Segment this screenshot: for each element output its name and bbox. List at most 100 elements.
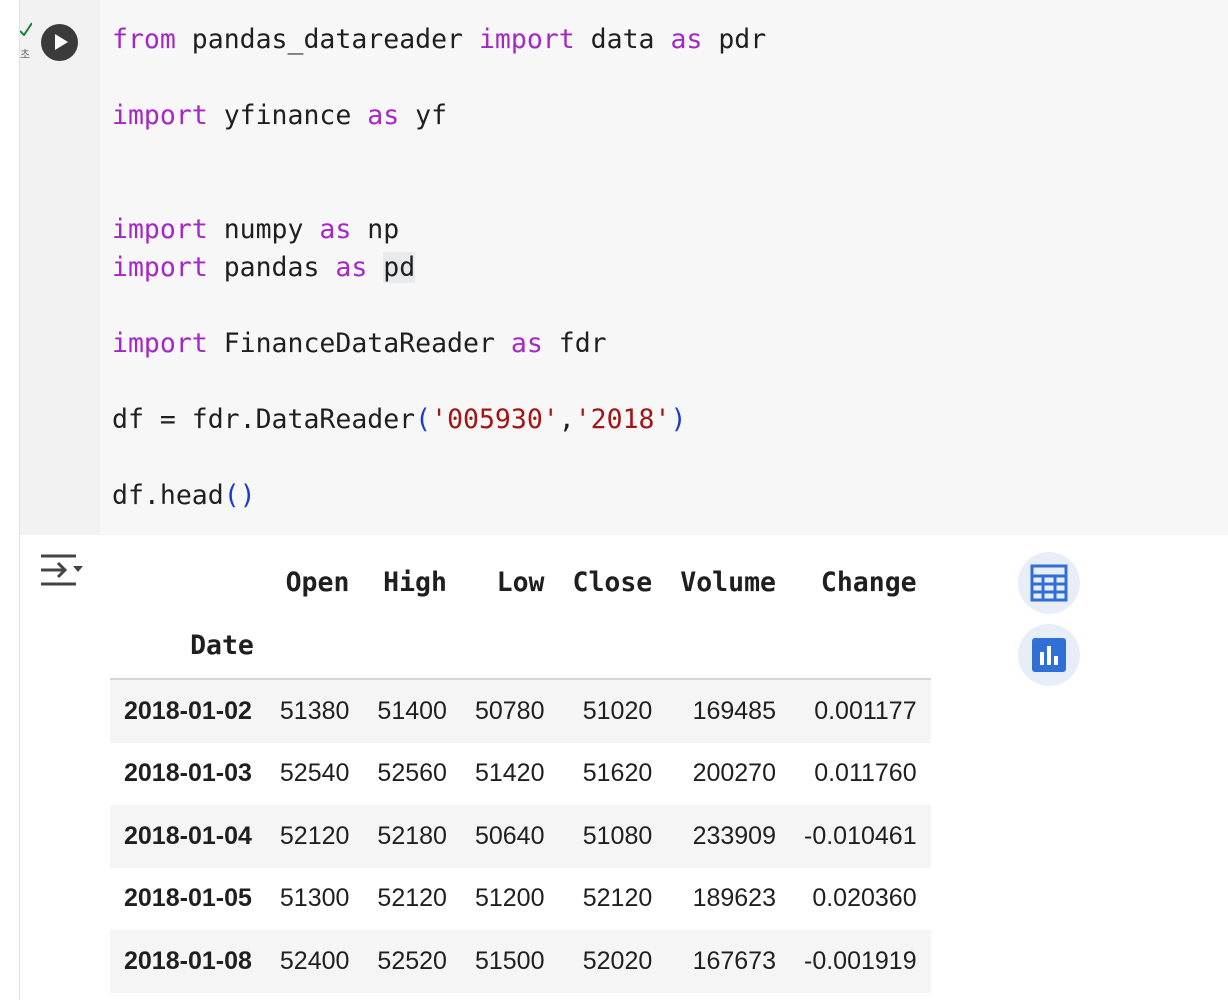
table-cell: 189623 xyxy=(692,884,776,913)
code-token: FinanceDataReader xyxy=(207,328,511,359)
table-cell: 51400 xyxy=(377,696,447,725)
table-cell: -0.010461 xyxy=(804,821,917,850)
table-cell: -0.001919 xyxy=(804,946,917,975)
bar-chart-icon xyxy=(1032,638,1066,672)
code-line: import yfinance as yf xyxy=(112,100,447,131)
code-token: as xyxy=(510,328,543,359)
code-token: import xyxy=(112,100,208,131)
table-row: 2018-01-05 51300 52120 51200 52120 189623 0.02… xyxy=(110,868,931,931)
table-cell: 52560 xyxy=(377,759,447,788)
code-token: import xyxy=(112,328,208,359)
code-token: fdr xyxy=(542,328,607,359)
code-token: import xyxy=(478,24,575,55)
table-cell: 51500 xyxy=(474,946,545,975)
code-token: yfinance xyxy=(207,100,368,131)
table-cell: 51080 xyxy=(582,821,653,850)
column-header: Volume xyxy=(680,566,776,598)
code-token: data xyxy=(574,24,671,55)
code-line: df = fdr.DataReader('005930','2018') xyxy=(112,404,686,435)
column-header: Open xyxy=(285,566,350,598)
column-header-spacer xyxy=(558,613,667,680)
convert-to-table-button[interactable] xyxy=(1018,552,1080,614)
code-line: from pandas_datareader import data as pd… xyxy=(112,24,766,55)
code-line: import FinanceDataReader as fdr xyxy=(112,328,607,359)
corner-header xyxy=(110,551,266,613)
play-icon xyxy=(55,34,68,50)
table-cell: 52180 xyxy=(377,821,447,850)
column-header: High xyxy=(383,566,447,598)
table-cell: 50640 xyxy=(474,821,545,850)
code-token: np xyxy=(351,214,400,245)
column-header-spacer xyxy=(363,613,461,680)
table-cell: 52540 xyxy=(279,759,350,788)
code-line: df.head() xyxy=(112,480,256,511)
code-token: pandas xyxy=(207,252,336,283)
code-token: ) xyxy=(670,404,687,435)
output-toggle-icon[interactable] xyxy=(40,552,84,588)
table-cell: 51620 xyxy=(582,759,653,788)
code-token: numpy xyxy=(207,214,320,245)
column-header: Low xyxy=(496,566,545,598)
table-cell: 167673 xyxy=(692,946,776,975)
cell-gutter: 초 xyxy=(20,0,100,535)
table-row: 2018-01-03 52540 52560 51420 51620 200270 0.01… xyxy=(110,743,931,806)
table-cell: 233909 xyxy=(692,821,776,850)
code-token: yf xyxy=(399,100,448,131)
column-header: Close xyxy=(572,566,653,598)
code-token: as xyxy=(367,100,400,131)
code-token: from xyxy=(112,24,176,55)
code-token: import xyxy=(112,252,208,283)
code-token: pandas_datareader xyxy=(175,24,479,55)
code-token: pdr xyxy=(702,24,767,55)
table-cell: 0.001177 xyxy=(814,696,917,725)
table-cell: 52020 xyxy=(582,946,653,975)
run-cell-button[interactable] xyxy=(41,24,78,61)
table-cell: 0.020360 xyxy=(812,884,917,913)
table-cell: 52120 xyxy=(377,884,447,913)
code-token: pd xyxy=(383,252,416,283)
code-token: df = fdr.DataReader xyxy=(112,404,416,435)
row-index-date: 2018-01-02 xyxy=(124,696,252,725)
row-index-date: 2018-01-08 xyxy=(124,946,252,975)
table-cell: 169485 xyxy=(692,696,776,725)
table-cell: 0.011760 xyxy=(814,759,917,788)
code-token: , xyxy=(558,404,575,435)
table-cell: 52520 xyxy=(377,946,447,975)
column-header-spacer xyxy=(460,613,559,680)
table-cell: 51200 xyxy=(474,884,545,913)
code-token: df.head xyxy=(112,480,224,511)
code-token: '2018' xyxy=(574,404,671,435)
column-header-row: Open High Low Close Volume Change xyxy=(110,551,931,613)
table-cell: 52120 xyxy=(279,821,350,850)
table-cell: 52400 xyxy=(279,946,350,975)
check-icon xyxy=(20,22,32,36)
table-cell: 51300 xyxy=(279,884,350,913)
table-cell: 52120 xyxy=(582,884,653,913)
table-row: 2018-01-02 51380 51400 50780 51020 169485 0.00… xyxy=(110,679,931,743)
code-token: () xyxy=(223,480,256,511)
table-icon xyxy=(1030,564,1068,602)
code-token: as xyxy=(335,252,368,283)
row-index-date: 2018-01-05 xyxy=(124,884,252,913)
index-name-header: Date xyxy=(110,613,266,680)
column-header-spacer xyxy=(790,613,931,680)
column-header: Change xyxy=(820,566,917,598)
code-line: import pandas as pd xyxy=(112,252,416,283)
code-text[interactable]: from pandas_datareader import data as pd… xyxy=(112,21,766,515)
column-header-spacer xyxy=(265,613,364,680)
code-token: as xyxy=(319,214,352,245)
index-header-row: Date xyxy=(110,613,931,680)
table-cell: 200270 xyxy=(692,759,776,788)
suggest-charts-button[interactable] xyxy=(1018,624,1080,686)
column-header-spacer xyxy=(666,613,790,680)
table-cell: 51380 xyxy=(279,696,350,725)
code-token: import xyxy=(112,214,208,245)
exec-time-label: 초 xyxy=(20,48,31,61)
table-cell: 50780 xyxy=(474,696,545,725)
code-token: as xyxy=(670,24,703,55)
table-body: 2018-01-02 51380 51400 50780 51020 169485 0.00… xyxy=(110,679,931,993)
table-row: 2018-01-08 52400 52520 51500 52020 167673 -0.0… xyxy=(110,930,931,993)
row-index-date: 2018-01-03 xyxy=(124,759,252,788)
code-token: ( xyxy=(415,404,432,435)
